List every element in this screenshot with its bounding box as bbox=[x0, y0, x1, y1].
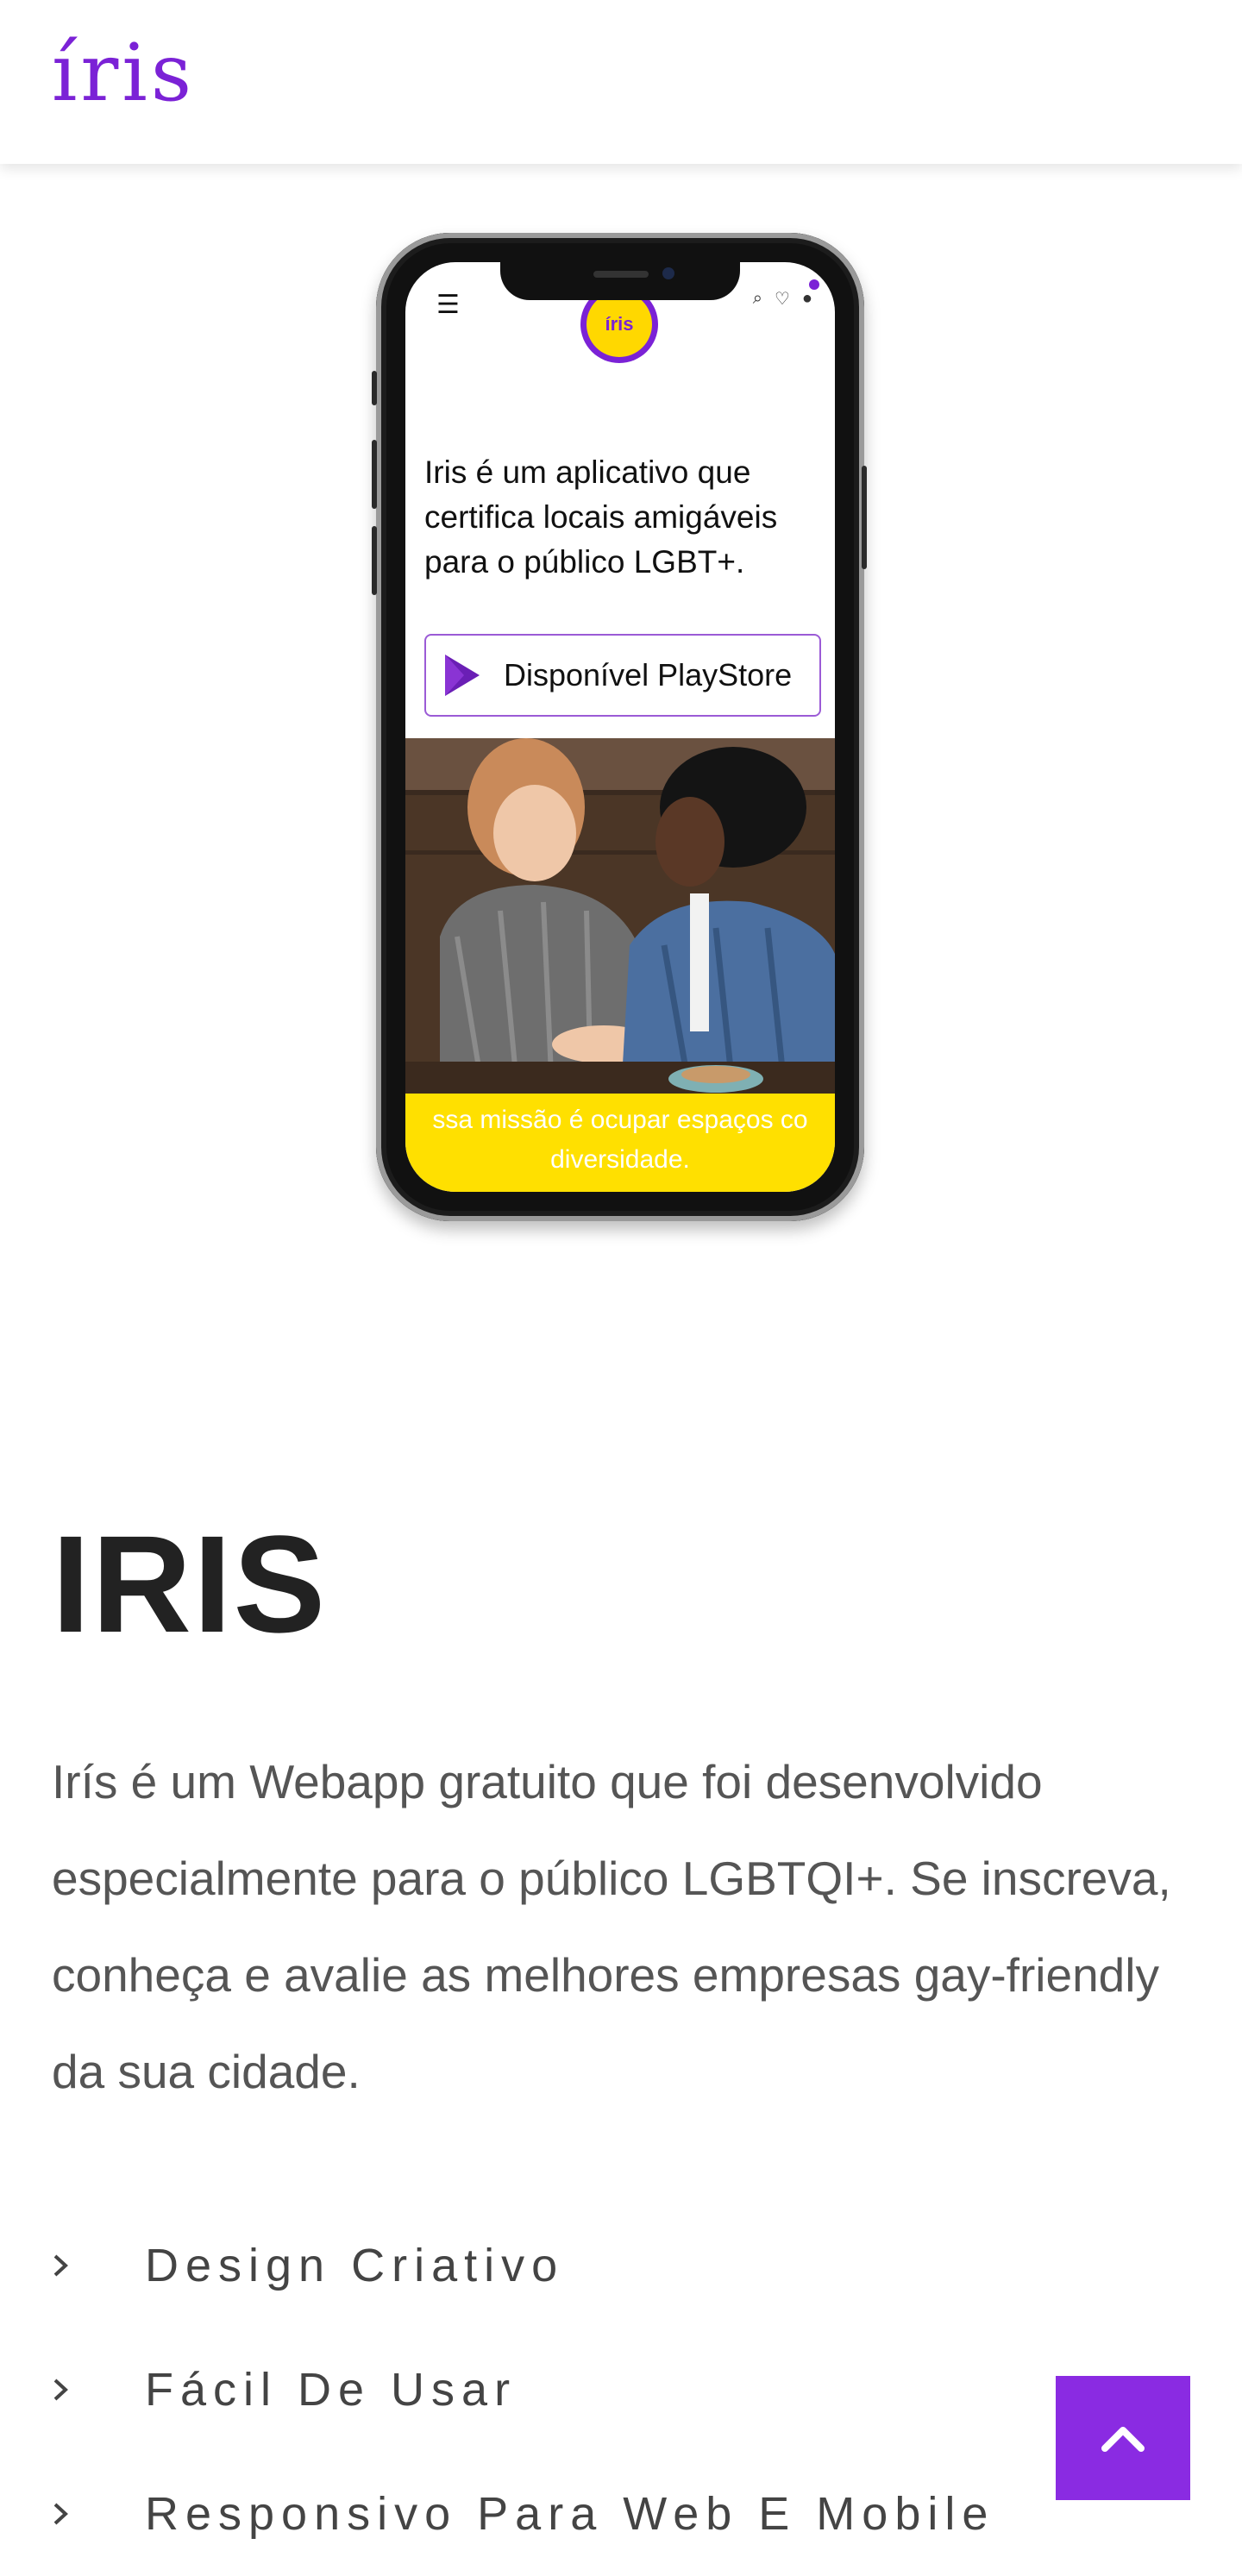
top-navbar: íris bbox=[0, 0, 1242, 164]
playstore-label: Disponível PlayStore bbox=[504, 657, 793, 693]
chevron-right-icon bbox=[52, 2493, 93, 2535]
site-logo[interactable]: íris bbox=[52, 26, 195, 121]
mission-text-line-2: diversidade. bbox=[550, 1145, 690, 1174]
scroll-to-top-button[interactable] bbox=[1056, 2376, 1190, 2500]
feature-item: Fácil De Usar bbox=[52, 2328, 1173, 2452]
front-camera bbox=[662, 267, 674, 279]
phone-mockup: ☰ íris ⌕ ♡ ● Iris é um aplicativo que ce… bbox=[372, 233, 867, 1221]
mission-text-line-1: ssa missão é ocupar espaços co bbox=[432, 1106, 808, 1134]
search-icon: ⌕ bbox=[752, 289, 762, 308]
page-title: IRIS bbox=[52, 1507, 328, 1661]
app-header-icons: ⌕ ♡ ● bbox=[753, 288, 812, 310]
phone-power-button bbox=[862, 466, 867, 569]
notification-dot-icon bbox=[809, 279, 819, 290]
app-hero-text: Iris é um aplicativo que certifica locai… bbox=[424, 454, 778, 580]
user-icon: ● bbox=[801, 289, 812, 308]
chevron-up-icon bbox=[1101, 2427, 1145, 2452]
app-logo: íris bbox=[586, 291, 652, 357]
feature-label: Fácil De Usar bbox=[145, 2364, 518, 2416]
phone-volume-down bbox=[372, 526, 377, 595]
mission-banner: ssa missão é ocupar espaços co diversida… bbox=[405, 1094, 835, 1192]
hero-photo bbox=[405, 738, 835, 1094]
phone-mute-switch bbox=[372, 371, 377, 405]
people-photo-illustration bbox=[405, 738, 835, 1094]
feature-item: Responsivo Para Web E Mobile bbox=[52, 2452, 1173, 2576]
feature-label: Responsivo Para Web E Mobile bbox=[145, 2488, 995, 2540]
chevron-right-icon bbox=[52, 2369, 93, 2410]
feature-item: Design Criativo bbox=[52, 2203, 1173, 2328]
heart-icon: ♡ bbox=[774, 290, 790, 309]
phone-screen: ☰ íris ⌕ ♡ ● Iris é um aplicativo que ce… bbox=[405, 262, 835, 1192]
phone-notch bbox=[500, 262, 740, 300]
chevron-right-icon bbox=[52, 2245, 93, 2286]
speaker-grille bbox=[593, 271, 649, 278]
google-play-icon bbox=[445, 655, 480, 696]
feature-list: Design Criativo Fácil De Usar Responsivo… bbox=[52, 2203, 1173, 2576]
playstore-badge: Disponível PlayStore bbox=[424, 634, 821, 717]
project-description: Irís é um Webapp gratuito que foi desenv… bbox=[52, 1755, 1171, 2098]
feature-label: Design Criativo bbox=[145, 2240, 565, 2291]
hamburger-menu-icon: ☰ bbox=[436, 291, 460, 319]
phone-volume-up bbox=[372, 440, 377, 509]
